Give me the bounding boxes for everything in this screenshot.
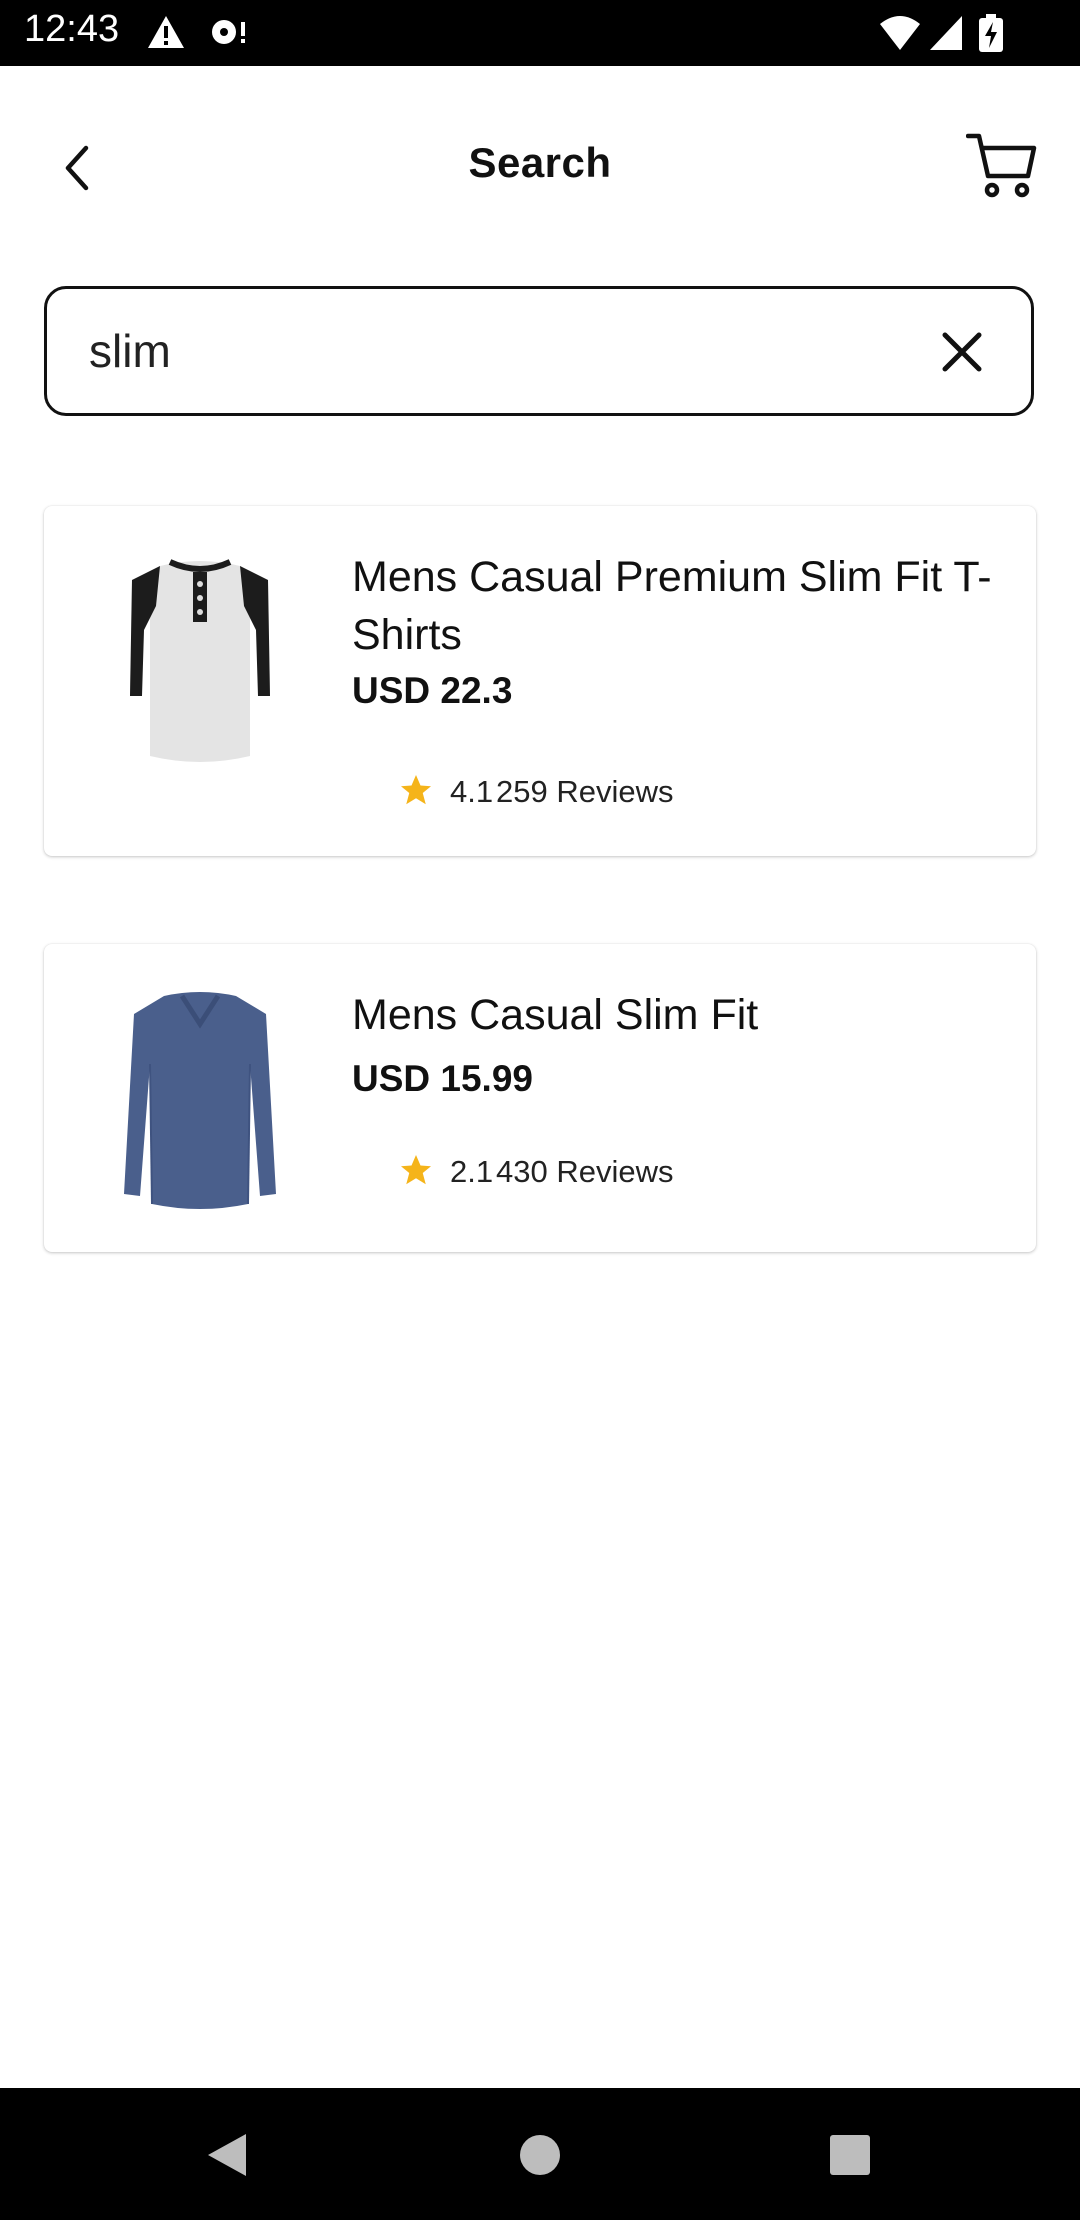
rating-value: 4.1	[450, 774, 494, 809]
product-title: Mens Casual Slim Fit	[352, 991, 759, 1039]
close-icon[interactable]	[935, 325, 989, 379]
battery-charging-icon	[979, 14, 1003, 52]
product-image	[130, 559, 270, 762]
product-card[interactable]: Mens Casual Premium Slim Fit T-Shirts US…	[44, 506, 1036, 856]
product-price: USD 22.3	[352, 670, 513, 711]
search-box	[44, 286, 1034, 416]
home-circle-icon[interactable]	[513, 2128, 567, 2182]
alert-icon	[148, 16, 184, 48]
recents-square-icon[interactable]	[823, 2128, 877, 2182]
status-bar: 12:43	[0, 0, 1080, 66]
product-price: USD 15.99	[352, 1058, 533, 1099]
star-icon	[401, 1155, 431, 1185]
cast-icon	[212, 20, 245, 44]
cart-icon[interactable]	[966, 130, 1038, 202]
signal-icon	[930, 16, 962, 50]
rating-value: 2.1	[450, 1154, 494, 1189]
star-icon	[401, 775, 431, 805]
product-image	[124, 992, 276, 1209]
search-input[interactable]	[89, 289, 889, 413]
app-header: Search	[0, 66, 1080, 266]
wifi-icon	[880, 16, 920, 50]
status-time: 12:43	[24, 8, 120, 50]
review-count: 259 Reviews	[496, 774, 674, 809]
product-title: Mens Casual Premium Slim Fit T-Shirts	[352, 553, 992, 659]
system-nav-bar	[0, 2088, 1080, 2220]
back-triangle-icon[interactable]	[200, 2128, 254, 2182]
page-title: Search	[468, 139, 612, 186]
product-card[interactable]: Mens Casual Slim Fit USD 15.99 2.1 430 R…	[44, 944, 1036, 1252]
review-count: 430 Reviews	[496, 1154, 674, 1189]
